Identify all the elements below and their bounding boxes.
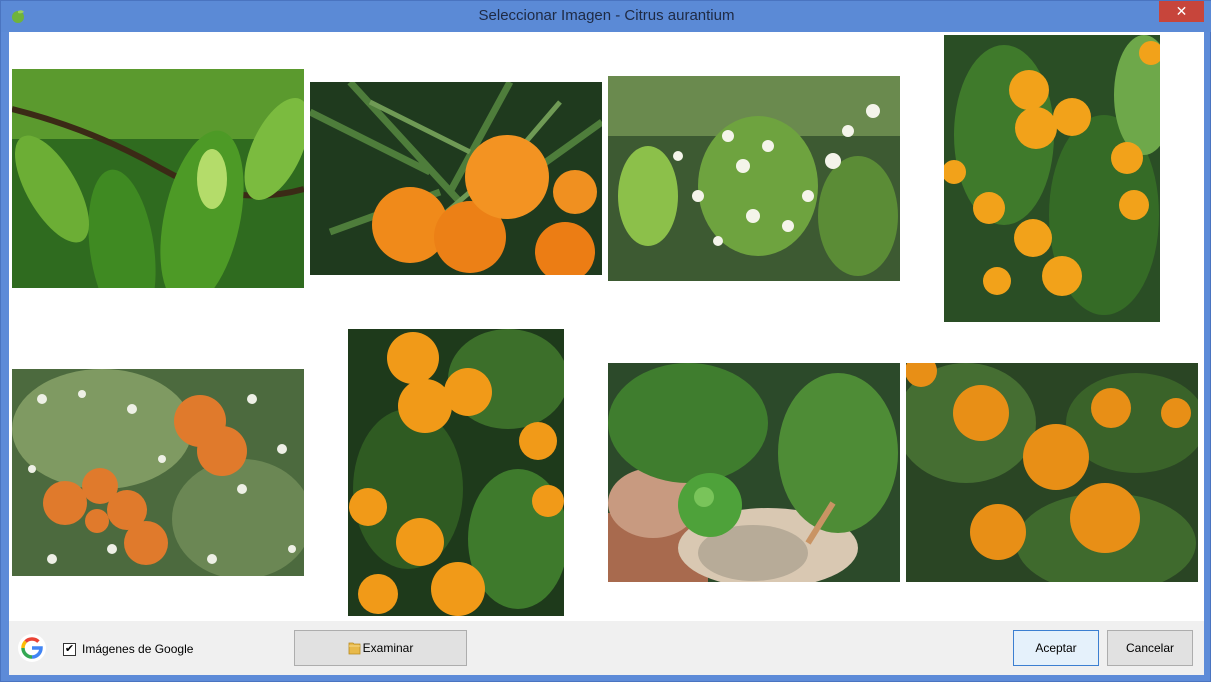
image-oranges-tree-tall[interactable] [944,35,1160,322]
dialog-footer: ✔ Imágenes de Google Examinar Aceptar Ca… [9,621,1204,675]
image-green-fruit-pot[interactable] [608,363,900,582]
image-oranges-blossoms[interactable] [12,369,304,576]
accept-label: Aceptar [1035,641,1077,655]
google-images-option[interactable]: ✔ Imágenes de Google [63,642,193,656]
image-oranges-willow-leaves[interactable] [310,82,602,275]
image-leaves[interactable] [12,69,304,288]
cancel-button[interactable]: Cancelar [1107,630,1193,666]
folder-icon [348,642,361,655]
cancel-label: Cancelar [1125,641,1175,655]
accept-button[interactable]: Aceptar [1013,630,1099,666]
dialog-window: Seleccionar Imagen - Citrus aurantium ✕ [0,0,1211,682]
browse-button[interactable]: Examinar [294,630,467,666]
google-icon [18,634,46,662]
dialog-client: ✔ Imágenes de Google Examinar Aceptar Ca… [9,32,1204,675]
title-bar[interactable]: Seleccionar Imagen - Citrus aurantium ✕ [1,1,1211,32]
window-title: Seleccionar Imagen - Citrus aurantium [478,7,735,24]
close-button[interactable]: ✕ [1159,1,1204,22]
image-oranges-cluster-tall[interactable] [348,329,564,616]
image-white-blossoms[interactable] [608,76,900,281]
google-images-label: Imágenes de Google [82,642,194,656]
browse-label: Examinar [362,641,414,655]
image-gallery [9,32,1204,621]
google-images-checkbox[interactable]: ✔ [63,642,76,656]
image-oranges-closeup[interactable] [906,363,1198,582]
